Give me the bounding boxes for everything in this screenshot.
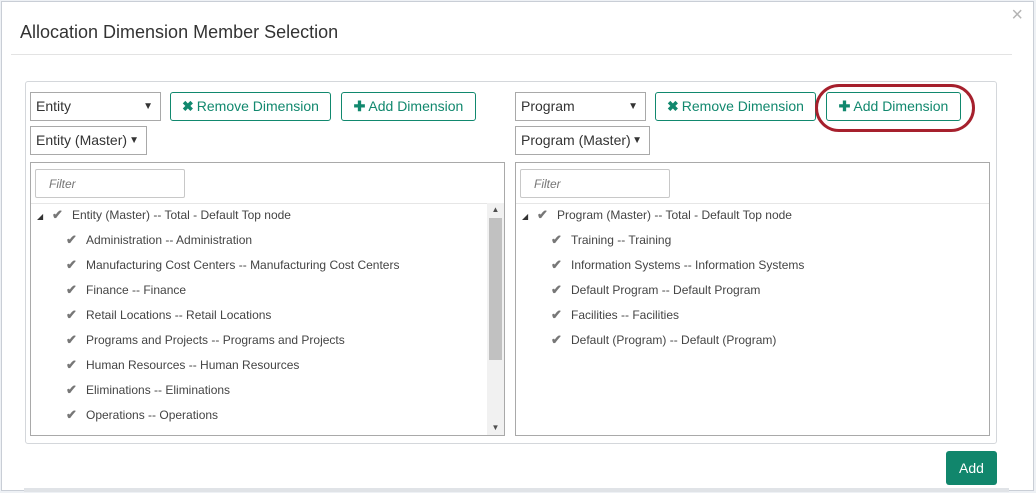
collapse-triangle-icon[interactable]: ◢ <box>522 210 528 224</box>
left-add-label: Add Dimension <box>368 98 464 114</box>
left-remove-label: Remove Dimension <box>196 98 319 114</box>
allocation-dialog: Allocation Dimension Member Selection × … <box>1 1 1034 492</box>
check-icon[interactable]: ✔ <box>66 358 77 372</box>
collapse-triangle-icon[interactable]: ◢ <box>37 210 43 224</box>
left-scrollbar[interactable]: ▲ ▼ <box>487 203 504 435</box>
right-add-label: Add Dimension <box>853 98 949 114</box>
right-remove-label: Remove Dimension <box>681 98 804 114</box>
check-icon[interactable]: ✔ <box>52 208 63 222</box>
bottom-divider <box>24 488 1009 492</box>
check-icon[interactable]: ✔ <box>537 208 548 222</box>
check-icon[interactable]: ✔ <box>66 258 77 272</box>
left-hierarchy-value: Entity (Master) <box>36 132 128 148</box>
left-add-dimension-button[interactable]: ✚ Add Dimension <box>341 92 476 121</box>
tree-node-label: Operations -- Operations <box>86 408 219 422</box>
right-hierarchy-value: Program (Master) <box>521 132 631 148</box>
check-icon[interactable]: ✔ <box>551 233 562 247</box>
right-dimension-value: Program <box>521 98 575 114</box>
chevron-down-icon: ▼ <box>129 135 139 146</box>
scroll-thumb[interactable] <box>489 218 502 360</box>
right-hierarchy-select[interactable]: Program (Master) ▼ <box>515 126 650 155</box>
times-icon: ✖ <box>182 98 194 114</box>
check-icon[interactable]: ✔ <box>66 333 77 347</box>
plus-icon: ✚ <box>838 98 851 114</box>
tree-node-label: Program (Master) -- Total - Default Top … <box>557 208 792 222</box>
tree-node-label: Finance -- Finance <box>86 283 187 297</box>
tree-node-label: Default (Program) -- Default (Program) <box>571 333 777 347</box>
plus-icon: ✚ <box>353 98 366 114</box>
check-icon[interactable]: ✔ <box>551 258 562 272</box>
left-dimension-value: Entity <box>36 98 72 114</box>
check-icon[interactable]: ✔ <box>66 283 77 297</box>
tree-node-label: Facilities -- Facilities <box>571 308 680 322</box>
tree-node-label: Training -- Training <box>571 233 672 247</box>
check-icon[interactable]: ✔ <box>551 308 562 322</box>
right-remove-dimension-button[interactable]: ✖ Remove Dimension <box>655 92 816 121</box>
tree-node-label: Information Systems -- Information Syste… <box>571 258 805 272</box>
tree-node-label: Manufacturing Cost Centers -- Manufactur… <box>86 258 400 272</box>
tree-node-label: Default Program -- Default Program <box>571 283 761 297</box>
check-icon[interactable]: ✔ <box>551 283 562 297</box>
add-button[interactable]: Add <box>946 451 997 485</box>
times-icon: ✖ <box>667 98 679 114</box>
check-icon[interactable]: ✔ <box>66 233 77 247</box>
scroll-up-icon[interactable]: ▲ <box>487 203 504 217</box>
left-hierarchy-select[interactable]: Entity (Master) ▼ <box>30 126 147 155</box>
chevron-down-icon: ▼ <box>628 101 638 112</box>
check-icon[interactable]: ✔ <box>66 383 77 397</box>
title-divider <box>11 54 1012 55</box>
close-icon[interactable]: × <box>1011 5 1023 25</box>
tree-node-label: Administration -- Administration <box>86 233 253 247</box>
left-dimension-select[interactable]: Entity ▼ <box>30 92 161 121</box>
tree-divider <box>31 203 504 204</box>
tree-divider <box>516 203 989 204</box>
left-remove-dimension-button[interactable]: ✖ Remove Dimension <box>170 92 331 121</box>
check-icon[interactable]: ✔ <box>66 408 77 422</box>
tree-node-label: Human Resources -- Human Resources <box>86 358 300 372</box>
right-add-dimension-button[interactable]: ✚ Add Dimension <box>826 92 961 121</box>
chevron-down-icon: ▼ <box>632 135 642 146</box>
dialog-title: Allocation Dimension Member Selection <box>20 22 339 42</box>
left-filter-input[interactable] <box>35 169 185 198</box>
check-icon[interactable]: ✔ <box>66 308 77 322</box>
right-member-tree: ◢ ✔ Program (Master) -- Total - Default To… <box>515 162 990 436</box>
tree-node-label: Programs and Projects -- Programs and Pr… <box>86 333 345 347</box>
tree-node-label: Retail Locations -- Retail Locations <box>86 308 272 322</box>
chevron-down-icon: ▼ <box>143 101 153 112</box>
check-icon[interactable]: ✔ <box>551 333 562 347</box>
scroll-down-icon[interactable]: ▼ <box>487 421 504 435</box>
left-member-tree: ◢ ✔ Entity (Master) -- Total - Default Top… <box>30 162 505 436</box>
right-filter-input[interactable] <box>520 169 670 198</box>
tree-node-label: Eliminations -- Eliminations <box>86 383 231 397</box>
right-dimension-select[interactable]: Program ▼ <box>515 92 646 121</box>
tree-node-label: Entity (Master) -- Total - Default Top n… <box>72 208 291 222</box>
